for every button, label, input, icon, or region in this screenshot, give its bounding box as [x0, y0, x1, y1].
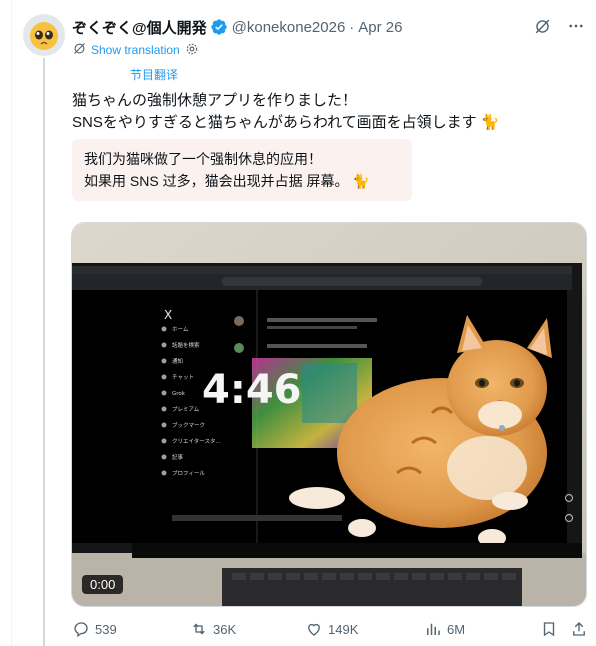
thread-line: [43, 58, 45, 646]
translated-line-2: 如果用 SNS 过多，猫会出现并占据 屏幕。 🐈: [84, 173, 370, 189]
share-icon: [573, 622, 585, 636]
repost-icon: [193, 623, 205, 635]
repost-button[interactable]: 36K: [190, 620, 236, 638]
translate-row: Show translation: [72, 41, 199, 59]
show-translation-link[interactable]: Show translation: [91, 43, 180, 57]
views-chart-icon: [427, 623, 440, 635]
reply-icon: [74, 622, 88, 638]
menu-notifications: 通知: [172, 357, 183, 365]
views-count: 6M: [447, 621, 466, 637]
heart-icon: [308, 623, 320, 636]
svg-text:X: X: [164, 308, 172, 322]
menu-bookmarks: ブックマーク: [172, 421, 205, 429]
menu-creator: クリエイタースタ...: [172, 437, 221, 445]
video-player[interactable]: X ホーム 話題を検索 通知 チャット Grok プレミアム ブックマーク クリ…: [71, 222, 587, 607]
reply-count: 539: [95, 621, 117, 637]
cn-translate-link[interactable]: 节目翻译: [130, 66, 178, 83]
separator-dot: ·: [349, 18, 355, 36]
share-button[interactable]: [570, 620, 588, 638]
gear-icon[interactable]: [185, 42, 199, 59]
translated-text-box: 我们为猫咪做了一个强制休息的应用！ 如果用 SNS 过多，猫会出现并占据 屏幕。…: [72, 139, 412, 201]
repost-count: 36K: [213, 621, 237, 637]
translated-line-1: 我们为猫咪做了一个强制休息的应用！: [84, 151, 322, 167]
header-actions: [532, 16, 586, 36]
tweet-text-line-1: 猫ちゃんの強制休憩アプリを作りました！: [72, 92, 358, 109]
menu-home: ホーム: [172, 326, 189, 333]
like-button[interactable]: 149K: [305, 620, 358, 638]
bookmark-icon: [543, 622, 555, 637]
views-button[interactable]: 6M: [424, 620, 465, 638]
tweet-date[interactable]: Apr 26: [358, 19, 402, 36]
more-options-icon[interactable]: [566, 16, 586, 36]
author-handle[interactable]: @konekone2026: [232, 19, 346, 36]
tweet-text: 猫ちゃんの強制休憩アプリを作りました！ SNSをやりすぎると猫ちゃんがあらわれて…: [72, 90, 500, 134]
tweet-text-line-2: SNSをやりすぎると猫ちゃんがあらわれて画面を占領します 🐈: [72, 114, 500, 131]
reply-button[interactable]: 539: [72, 620, 117, 638]
video-frame: X ホーム 話題を検索 通知 チャット Grok プレミアム ブックマーク クリ…: [72, 223, 586, 606]
tweet-header: ぞくぞく@個人開発 @konekone2026 · Apr 26: [72, 16, 586, 38]
verified-badge-icon: [210, 18, 228, 36]
author-name[interactable]: ぞくぞく@個人開発: [72, 17, 207, 38]
grok-icon[interactable]: [532, 16, 552, 36]
avatar[interactable]: [23, 14, 65, 56]
video-timecode: 0:00: [82, 575, 124, 594]
screen-clock: 4:46: [202, 367, 302, 413]
menu-premium: プレミアム: [172, 406, 200, 413]
left-rail: [0, 0, 12, 646]
menu-explore: 話題を検索: [172, 341, 200, 349]
menu-profile: プロフィール: [172, 470, 205, 477]
like-count: 149K: [328, 621, 359, 637]
menu-articles: 記事: [172, 453, 184, 461]
bookmark-button[interactable]: [540, 620, 558, 638]
tweet-card[interactable]: ぞくぞく@個人開発 @konekone2026 · Apr 26 Show tr…: [12, 0, 596, 646]
menu-grok: Grok: [172, 391, 186, 397]
tweet-actions: 539 36K 149K 6M: [72, 620, 592, 642]
translate-icon: [72, 41, 87, 59]
menu-chat: チャット: [172, 374, 194, 381]
